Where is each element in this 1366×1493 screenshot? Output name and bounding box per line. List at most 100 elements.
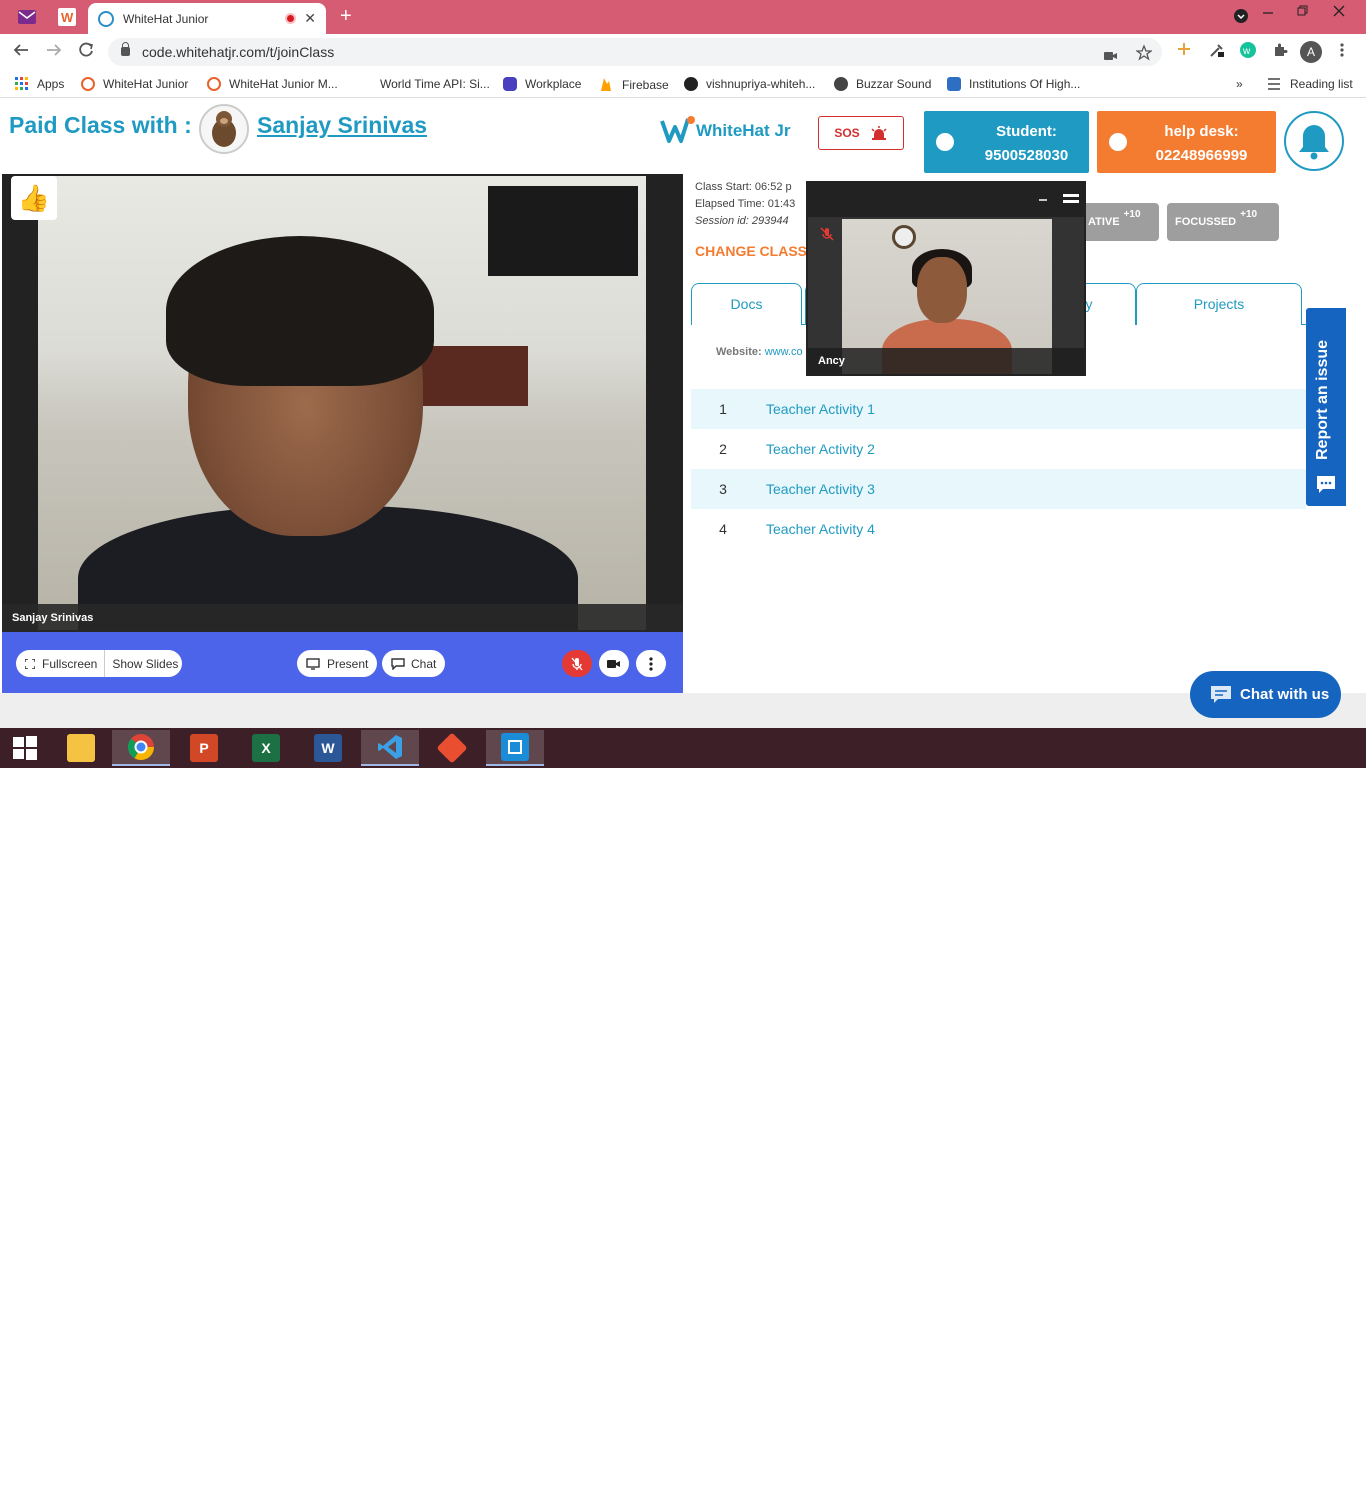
activity-link[interactable]: Teacher Activity 2 — [766, 441, 875, 457]
thumbs-up-button[interactable]: 👍 — [11, 176, 57, 220]
notification-bell-button[interactable] — [1284, 111, 1344, 171]
chat-bubble-icon — [391, 657, 405, 670]
taskbar-file-explorer[interactable] — [52, 730, 110, 766]
activity-link[interactable]: Teacher Activity 1 — [766, 401, 875, 417]
volume-tray-icon[interactable]: ◀ — [1268, 1468, 1278, 1484]
network-tray-icon[interactable]: ▮ — [1195, 1468, 1202, 1484]
profile-avatar[interactable]: A — [1300, 41, 1322, 63]
eyedropper-extension-icon[interactable] — [1209, 42, 1225, 62]
bookmarks-overflow-icon[interactable]: » — [1236, 77, 1243, 91]
excel-icon: X — [252, 734, 280, 762]
tab-docs[interactable]: Docs — [691, 283, 802, 325]
help-desk-box: help desk: 02248966999 — [1097, 111, 1276, 173]
teacher-name-link[interactable]: Sanjay Srinivas — [257, 112, 427, 139]
bookmark-firebase[interactable]: Firebase — [600, 77, 669, 92]
website-link[interactable]: www.co — [765, 346, 803, 358]
bookmark-whitehat-junior[interactable]: WhiteHat Junior — [81, 77, 188, 91]
wifi-tray-icon[interactable]: ◠ — [1243, 1468, 1254, 1484]
activity-row[interactable]: 4 Teacher Activity 4 — [691, 509, 1306, 549]
change-class-link[interactable]: CHANGE CLASS — [695, 243, 807, 259]
teacher-mic-off-icon — [820, 227, 834, 246]
extension-plus-icon[interactable] — [1177, 42, 1191, 60]
new-tab-button[interactable]: + — [340, 5, 352, 28]
svg-text:W: W — [61, 10, 74, 25]
bookmark-buzzar-sound[interactable]: Buzzar Sound — [834, 77, 931, 91]
globe-icon — [834, 77, 848, 91]
minimize-video-icon[interactable] — [1038, 192, 1048, 210]
bookmark-github[interactable]: vishnupriya-whiteh... — [684, 77, 815, 91]
camera-button[interactable] — [599, 650, 629, 677]
restore-icon[interactable] — [1297, 4, 1309, 20]
tab-search-icon[interactable] — [1233, 8, 1249, 27]
present-button[interactable]: Present — [297, 650, 378, 677]
mail-tab-icon[interactable] — [16, 6, 38, 28]
taskbar-powerpoint[interactable]: P — [175, 730, 233, 766]
more-options-button[interactable] — [636, 650, 666, 677]
bookmark-apps[interactable]: Apps — [15, 77, 64, 91]
chat-button[interactable]: Chat — [382, 650, 446, 677]
powerpoint-icon: P — [190, 734, 218, 762]
whitehat-w-tab-icon[interactable]: W — [56, 6, 78, 28]
tab-projects[interactable]: Projects — [1136, 283, 1302, 325]
chrome-tray-icon[interactable]: ◉ — [1167, 1468, 1178, 1484]
whitehat-logo[interactable]: WhiteHat Jr — [660, 115, 790, 143]
fullscreen-button[interactable]: Fullscreen — [16, 650, 106, 677]
bookmark-star-icon[interactable] — [1135, 43, 1153, 71]
reading-list-button[interactable]: Reading list — [1267, 77, 1353, 91]
badge-creative[interactable]: ATIVE +10 — [1080, 203, 1159, 241]
chat-with-us-button[interactable]: Chat with us — [1190, 671, 1341, 718]
url-bar[interactable]: code.whitehatjr.com/t/joinClass — [108, 38, 1162, 66]
bookmark-whitehat-junior-m[interactable]: WhiteHat Junior M... — [207, 77, 338, 91]
class-start-text: Class Start: 06:52 p — [695, 181, 792, 193]
close-tab-icon[interactable]: ✕ — [304, 10, 316, 27]
reading-list-icon — [1268, 78, 1280, 90]
layout-toggle-icon[interactable] — [1063, 192, 1079, 210]
active-tab[interactable]: WhiteHat Junior ✕ — [88, 3, 326, 34]
camera-blocked-icon[interactable] — [1104, 44, 1118, 72]
back-icon[interactable] — [13, 42, 29, 63]
taskbar-clock[interactable]: 8:35 PM 8/3/2021 — [1298, 1461, 1341, 1493]
alarm-siren-icon — [871, 126, 887, 140]
taskbar-vscode[interactable] — [361, 730, 419, 766]
start-button[interactable] — [0, 730, 50, 766]
browser-tab-bar: W WhiteHat Junior ✕ + — [0, 0, 1366, 34]
activity-row[interactable]: 2 Teacher Activity 2 — [691, 429, 1306, 469]
teacher-avatar — [199, 104, 249, 154]
reload-icon[interactable] — [78, 42, 94, 63]
forward-icon[interactable] — [46, 42, 62, 63]
lock-icon — [121, 42, 130, 56]
chrome-menu-icon[interactable] — [1340, 42, 1344, 62]
bookmark-institutions[interactable]: Institutions Of High... — [947, 77, 1080, 91]
activity-link[interactable]: Teacher Activity 3 — [766, 481, 875, 497]
taskbar-chrome[interactable] — [112, 730, 170, 766]
mute-microphone-button[interactable] — [562, 650, 592, 677]
sos-button[interactable]: SOS — [818, 116, 904, 150]
windows-logo-icon — [13, 736, 37, 760]
activity-row[interactable]: 3 Teacher Activity 3 — [691, 469, 1306, 509]
gorilla-mascot-icon — [212, 111, 236, 147]
show-slides-button[interactable]: Show Slides — [105, 657, 185, 671]
close-window-icon[interactable] — [1333, 4, 1345, 20]
extensions-puzzle-icon[interactable] — [1272, 42, 1288, 62]
badge-focussed[interactable]: FOCUSSED +10 — [1167, 203, 1279, 241]
bell-icon — [1299, 125, 1329, 160]
minimize-icon[interactable] — [1262, 6, 1274, 22]
teacher-video-window[interactable]: Ancy — [806, 181, 1086, 376]
address-bar-row: code.whitehatjr.com/t/joinClass w — [0, 34, 1366, 70]
activity-row[interactable]: 1 Teacher Activity 1 — [691, 389, 1306, 429]
recording-indicator-icon — [285, 13, 296, 24]
taskbar-git[interactable] — [423, 730, 481, 766]
taskbar-app[interactable] — [486, 730, 544, 766]
whitehat-icon — [207, 77, 221, 91]
user-icon — [1109, 133, 1127, 151]
grammar-extension-icon[interactable]: w — [1240, 42, 1256, 62]
github-icon — [684, 77, 698, 91]
activity-link[interactable]: Teacher Activity 4 — [766, 521, 875, 537]
report-issue-label[interactable]: Report an issue — [1314, 340, 1332, 460]
teacher-video-titlebar[interactable] — [808, 183, 1084, 217]
battery-tray-icon[interactable]: ▯ — [1218, 1468, 1225, 1484]
taskbar-excel[interactable]: X — [237, 730, 295, 766]
bookmark-world-time-api[interactable]: World Time API: Si... — [380, 77, 490, 91]
bookmark-workplace[interactable]: Workplace — [503, 77, 581, 91]
taskbar-word[interactable]: W — [299, 730, 357, 766]
